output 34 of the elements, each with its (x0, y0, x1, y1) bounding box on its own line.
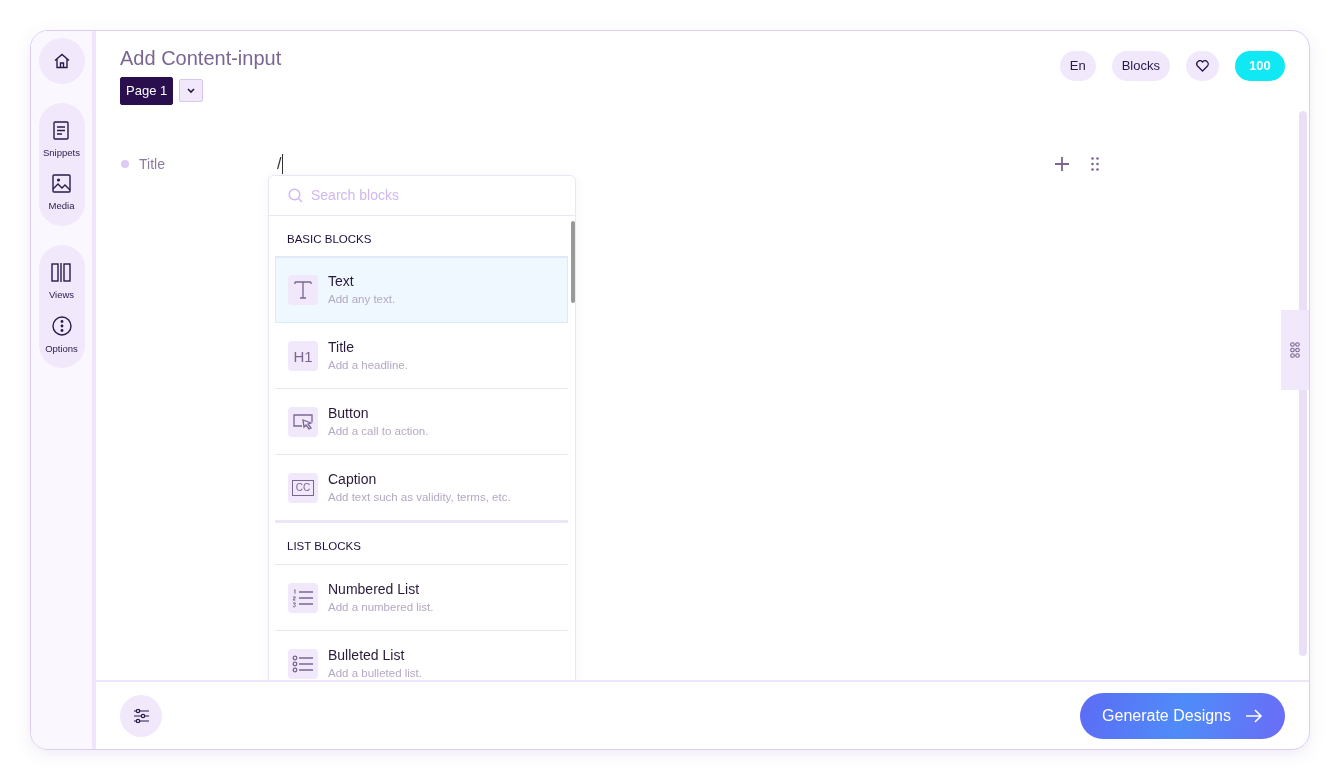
arrow-right-icon (1245, 708, 1263, 723)
page-dropdown-button[interactable] (179, 79, 204, 103)
header-button[interactable]: Blocks (1111, 51, 1170, 81)
favorite-button[interactable] (1186, 51, 1219, 81)
field-bullet (121, 160, 129, 168)
text-input[interactable]: / (277, 154, 284, 174)
side-panel-handle[interactable] (1281, 310, 1309, 390)
header-button[interactable]: En (1059, 51, 1096, 81)
options-button[interactable]: Options (45, 315, 78, 356)
media-button[interactable]: Media (48, 174, 75, 214)
scrollbar-thumb[interactable] (571, 221, 575, 303)
search-icon (288, 188, 303, 203)
field-label: Title (139, 154, 166, 174)
page-selector[interactable]: Page 1 (120, 77, 174, 105)
block-option[interactable]: Text Add any text. (275, 257, 568, 324)
home-icon (53, 53, 70, 69)
drag-handle-icon (1290, 342, 1300, 358)
more-options-icon (51, 315, 72, 336)
generate-designs-button[interactable]: Generate Designs (1080, 692, 1285, 739)
drag-handle-icon[interactable] (1091, 157, 1100, 171)
heading-icon: H1 (293, 348, 313, 364)
page-title: Add Content-input (120, 46, 282, 71)
snippets-button[interactable]: Snippets (43, 121, 80, 161)
plus-icon[interactable] (1055, 157, 1070, 171)
chevron-down-icon (186, 87, 197, 95)
columns-icon (51, 262, 72, 282)
closed-captions-icon: CC (291, 480, 315, 497)
sliders-icon (133, 708, 149, 723)
settings-button[interactable] (120, 694, 162, 737)
home-button[interactable] (38, 38, 85, 84)
views-button[interactable]: Views (48, 262, 75, 302)
heart-icon (1196, 60, 1209, 72)
document-icon (53, 121, 70, 140)
image-icon (52, 174, 71, 194)
